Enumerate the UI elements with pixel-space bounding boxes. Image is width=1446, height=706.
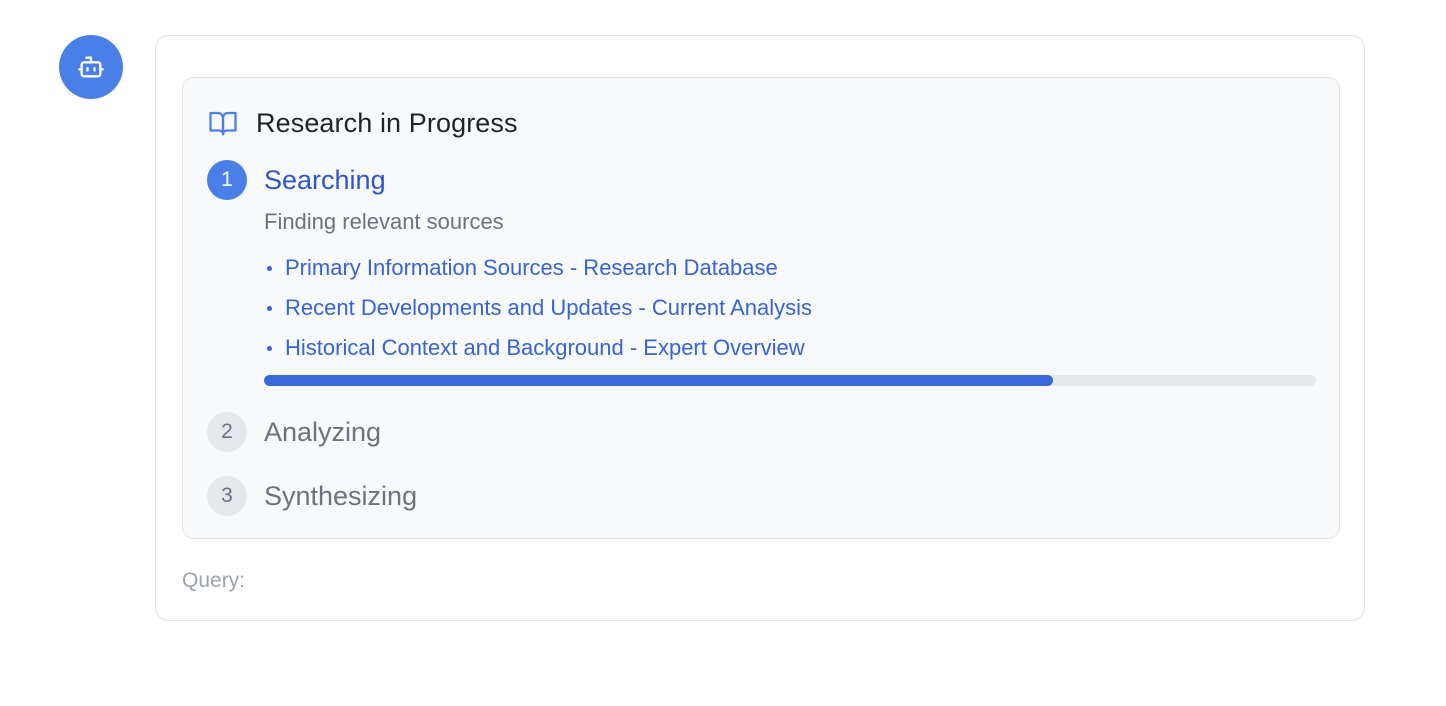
source-link[interactable]: Recent Developments and Updates - Curren… xyxy=(264,288,812,328)
assistant-avatar xyxy=(59,35,123,99)
research-header: Research in Progress xyxy=(207,106,518,140)
research-progress-panel: Research in Progress 1 Searching Finding… xyxy=(182,77,1340,539)
query-label: Query: xyxy=(182,569,246,592)
source-list: Primary Information Sources - Research D… xyxy=(264,248,812,368)
step-label: Analyzing xyxy=(264,416,382,447)
step-label: Searching xyxy=(264,164,386,195)
step-number-badge: 2 xyxy=(207,412,247,452)
step-analyzing: 2 Analyzing xyxy=(207,412,381,452)
robot-icon xyxy=(78,56,104,78)
search-progress-fill xyxy=(264,375,1053,386)
step-number-badge: 1 xyxy=(207,160,247,200)
bullet-icon xyxy=(267,345,272,351)
step-description: Finding relevant sources xyxy=(264,209,504,234)
book-open-icon xyxy=(209,111,237,136)
step-label: Synthesizing xyxy=(264,480,418,511)
source-title: Historical Context and Background - Expe… xyxy=(285,335,805,360)
research-title: Research in Progress xyxy=(256,107,518,138)
source-link[interactable]: Primary Information Sources - Research D… xyxy=(264,248,812,288)
source-title: Primary Information Sources - Research D… xyxy=(285,255,778,280)
assistant-message-card: Research in Progress 1 Searching Finding… xyxy=(155,35,1365,621)
step-synthesizing: 3 Synthesizing xyxy=(207,476,417,516)
source-link[interactable]: Historical Context and Background - Expe… xyxy=(264,328,812,368)
step-searching: 1 Searching xyxy=(207,160,386,200)
step-number-badge: 3 xyxy=(207,476,247,516)
search-progress-bar xyxy=(264,375,1316,386)
bullet-icon xyxy=(267,305,272,311)
bullet-icon xyxy=(267,265,272,271)
source-title: Recent Developments and Updates - Curren… xyxy=(285,295,813,320)
